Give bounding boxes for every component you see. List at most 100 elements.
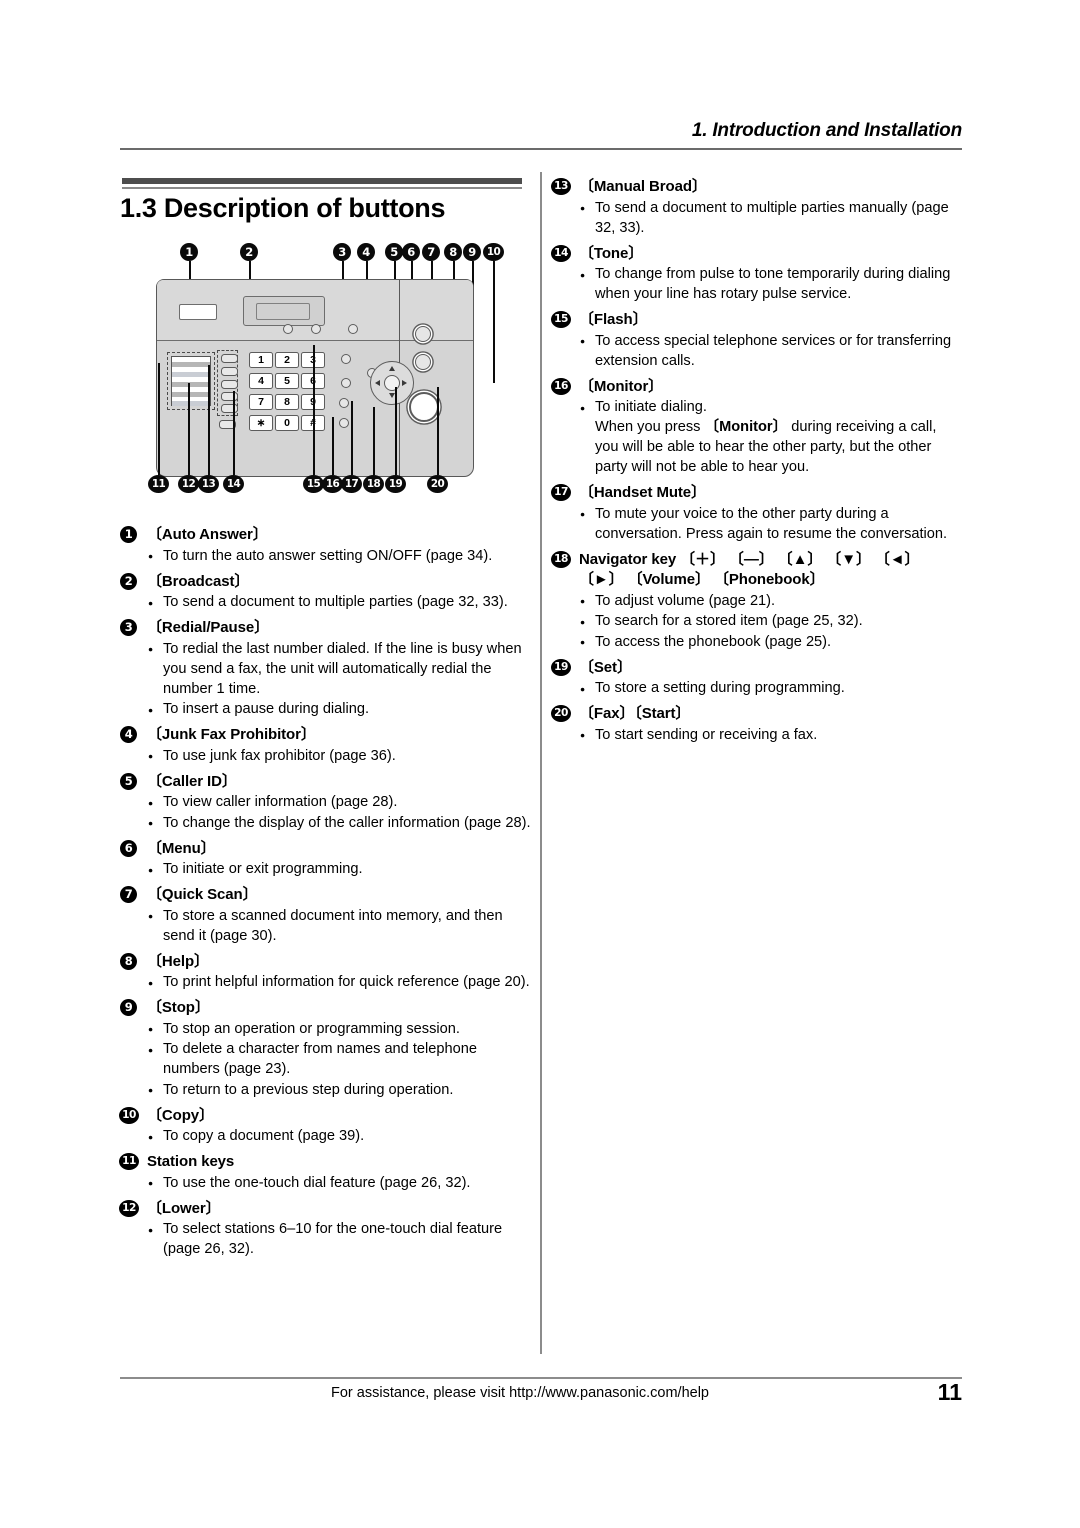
button-entry-heading: 5 〔Caller ID〕 [120, 772, 532, 793]
leader-line-10 [493, 261, 495, 383]
navigator-up-arrow-icon [389, 366, 395, 371]
button-entry-13: 13 〔Manual Broad〕 To send a document to mu… [551, 177, 964, 239]
entry-bullet-text: To access the phonebook (page 25). [595, 633, 832, 650]
leader-line-16 [332, 417, 334, 475]
one-touch-key [220, 367, 238, 376]
column-divider [540, 172, 542, 1354]
station-strip [172, 362, 210, 367]
callout-12: 12 [178, 475, 199, 493]
entry-bullet-subtext: When you press 〔Monitor〕 during receivin… [595, 418, 964, 478]
station-strip [172, 372, 210, 377]
keypad-key-1: 1 [249, 352, 273, 368]
entry-number-badge: 4 [120, 726, 137, 744]
entry-bullet: To use the one-touch dial feature (page … [147, 1173, 532, 1194]
entry-number-badge: 3 [120, 619, 137, 637]
button-entry-heading: 3 〔Redial/Pause〕 [120, 618, 532, 639]
button-entry-heading: 11 Station keys [119, 1152, 532, 1173]
navigator-right-arrow-icon [402, 379, 407, 386]
entry-bullet-text: To view caller information (page 28). [163, 794, 398, 811]
station-strip [172, 392, 210, 397]
entry-bullet: To print helpful information for quick r… [147, 973, 532, 993]
entry-bullet-text: To turn the auto answer setting ON/OFF (… [163, 547, 493, 564]
station-keys-label-area [171, 356, 211, 406]
machine-body: 1 2 3 4 5 6 7 8 9 ∗ 0 # [156, 279, 474, 477]
running-head: 1. Introduction and Installation [691, 120, 962, 141]
entry-number-badge: 2 [120, 572, 137, 590]
entry-button-label: 〔Junk Fax Prohibitor〕 [147, 726, 316, 744]
button-entry-18: 18 Navigator key 〔＋〕 〔—〕 〔▲〕 〔▼〕 〔◄〕 〔►〕 … [551, 550, 964, 653]
button-entry-heading: 6 〔Menu〕 [120, 839, 532, 860]
page-number: 11 [937, 1379, 962, 1405]
entry-button-label: 〔Quick Scan〕 [147, 886, 258, 904]
button-entry-3: 3 〔Redial/Pause〕 To redial the last number… [120, 618, 532, 720]
station-strip [172, 382, 210, 387]
entry-button-label: 〔Lower〕 [147, 1199, 221, 1217]
page-title: 1.3 Description of buttons [120, 193, 446, 223]
callout-19: 19 [385, 475, 406, 493]
panel-button-caller-id [311, 324, 321, 334]
entry-bullet-text: To change from pulse to tone temporarily… [595, 266, 951, 303]
entry-bullet: To copy a document (page 39). [147, 1127, 532, 1147]
callout-3: 3 [333, 243, 351, 261]
entry-button-label: 〔Monitor〕 [579, 377, 664, 395]
entry-button-label: 〔Auto Answer〕 [147, 526, 268, 543]
button-entry-6: 6 〔Menu〕 To initiate or exit programming. [120, 839, 532, 881]
button-entry-19: 19 〔Set〕 To store a setting during program… [551, 658, 964, 700]
entry-bullet-text: To send a document to multiple parties m… [595, 199, 949, 236]
one-touch-key [220, 354, 238, 363]
entry-button-label: 〔Set〕 [579, 658, 632, 676]
entry-bullet: To start sending or receiving a fax. [579, 725, 964, 746]
button-entry-heading: 2 〔Broadcast〕 [120, 572, 532, 593]
button-entry-14: 14 〔Tone〕 To change from pulse to tone tem… [551, 244, 964, 306]
entry-button-label: 〔Help〕 [147, 952, 209, 970]
entry-number-badge: 15 [551, 311, 571, 329]
leader-line-18 [373, 407, 375, 475]
keypad-key-7: 7 [249, 394, 273, 410]
one-touch-keys-group [217, 350, 238, 416]
button-entry-heading: 16 〔Monitor〕 [551, 377, 964, 398]
entry-bullet-list: To start sending or receiving a fax. [552, 725, 964, 746]
manual-page: 1. Introduction and Installation 1.3 Des… [0, 0, 1080, 1528]
section-heading-bar-thick [122, 178, 522, 184]
entry-number-badge: 7 [120, 886, 137, 904]
keypad-key-4: 4 [249, 373, 273, 389]
footer-divider-rule [120, 1377, 962, 1379]
panel-button-manual-broad [341, 378, 351, 388]
button-entry-heading: 15 〔Flash〕 [551, 310, 964, 331]
entry-bullet-text: To initiate dialing. [595, 399, 707, 416]
entry-bullet: To change from pulse to tone temporarily… [579, 265, 964, 305]
lcd-display-screen [256, 303, 310, 320]
entry-bullet-list: To access special telephone services or … [552, 331, 964, 372]
entry-bullet-text: To store a scanned document into memory,… [163, 907, 503, 944]
one-touch-key [220, 380, 238, 389]
leader-line-17 [351, 401, 353, 475]
button-entry-heading: 4 〔Junk Fax Prohibitor〕 [120, 725, 532, 746]
entry-button-label: Station keys [147, 1153, 235, 1171]
entry-button-label: 〔Flash〕 [579, 311, 648, 329]
navigator-left-arrow-icon [375, 379, 380, 386]
navigator-set-button [384, 375, 400, 391]
callout-18: 18 [363, 475, 384, 493]
entry-bullet-list: To change from pulse to tone temporarily… [552, 265, 964, 305]
callout-10: 10 [483, 243, 504, 261]
entry-bullet-subtext-before: When you press [595, 419, 705, 436]
entry-button-label: 〔Stop〕 [147, 999, 210, 1017]
entry-bullet: To delete a character from names and tel… [147, 1040, 532, 1080]
callout-6: 6 [402, 243, 420, 261]
keypad-key-5: 5 [275, 373, 299, 389]
entry-number-badge: 17 [551, 484, 571, 502]
entry-bullet: To return to a previous step during oper… [147, 1080, 532, 1101]
button-entry-heading: 17 〔Handset Mute〕 [551, 483, 964, 504]
leader-line-12 [188, 383, 190, 475]
button-entry-2: 2 〔Broadcast〕 To send a document to multip… [120, 572, 532, 614]
button-entry-heading: 10 〔Copy〕 [119, 1106, 532, 1127]
entry-bullet-text: To print helpful information for quick r… [163, 974, 530, 991]
button-entry-8: 8 〔Help〕 To print helpful information for … [120, 952, 532, 994]
entry-bullet-list: To stop an operation or programming sess… [120, 1019, 532, 1101]
entry-bullet-text: To insert a pause during dialing. [163, 701, 370, 718]
entry-button-label: 〔Redial/Pause〕 [147, 619, 269, 637]
entry-bullet-list: To select stations 6–10 for the one-touc… [120, 1220, 532, 1260]
entry-number-badge: 8 [120, 952, 137, 970]
keypad-key-2: 2 [275, 352, 299, 368]
leader-line-19 [395, 387, 397, 475]
